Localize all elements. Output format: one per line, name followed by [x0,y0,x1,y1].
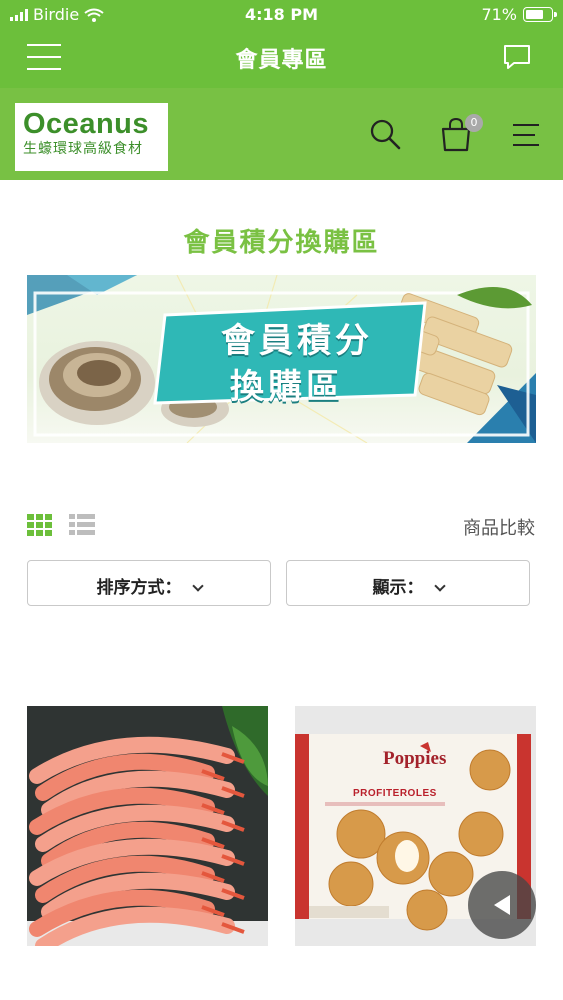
points-redemption-banner[interactable]: 會員積分 換購區 [27,275,536,443]
title-bar: 會員專區 [0,30,563,88]
triangle-left-icon [494,895,510,915]
oceanus-logo[interactable]: Oceanus 生蠔環球高級食材 [15,103,168,171]
banner-title-line2: 換購區 [230,367,344,407]
banner-title-line1: 會員積分 [221,321,373,361]
status-right: 71% [481,5,557,24]
sort-dropdown[interactable]: 排序方式： [27,560,271,606]
display-dropdown-label: 顯示： [287,573,529,598]
grid-view-icon [27,514,52,536]
product-name-text: PROFITEROLES [353,788,437,799]
list-view-icon [69,514,95,535]
status-bar: Birdie 4:18 PM 71% [0,0,563,30]
brand-header: Oceanus 生蠔環球高級食材 0 [0,88,563,180]
logo-name: Oceanus [23,108,149,140]
chevron-down-icon [191,580,204,592]
sweet-shrimp-photo [27,706,268,946]
menu-icon[interactable] [511,122,541,148]
page-title: 會員專區 [235,48,328,73]
product-card-shrimp[interactable] [27,706,268,946]
logo-tagline: 生蠔環球高級食材 [23,141,143,157]
battery-icon [523,7,557,22]
battery-percent: 71% [481,5,517,24]
product-brand-text: Poppies [383,748,447,769]
list-view-toggle[interactable] [69,514,95,540]
section-title: 會員積分換購區 [183,228,380,258]
compare-products-link[interactable]: 商品比較 [463,514,535,540]
floating-back-button[interactable] [468,871,536,939]
status-time: 4:18 PM [244,5,318,24]
sort-dropdown-label: 排序方式： [28,573,270,598]
grid-view-toggle[interactable] [27,514,53,540]
chat-bubble-icon[interactable] [503,44,531,70]
search-icon[interactable] [369,118,401,152]
cart-button[interactable]: 0 [441,114,483,154]
display-dropdown[interactable]: 顯示： [286,560,530,606]
chevron-down-icon [433,580,446,592]
app-header: Birdie 4:18 PM 71% 會員專區 [0,0,563,88]
cart-count-badge: 0 [465,114,483,132]
